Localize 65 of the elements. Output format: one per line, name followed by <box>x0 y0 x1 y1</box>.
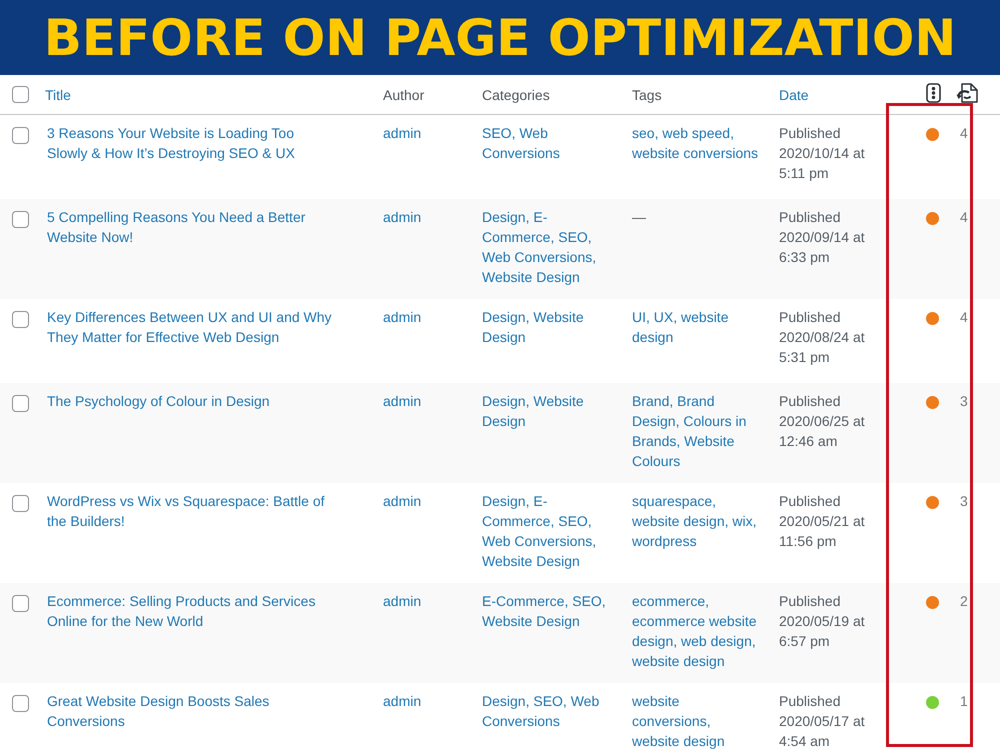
author-link[interactable]: admin <box>383 591 422 611</box>
date-text: 2020/05/19 at 6:57 pm <box>779 612 866 651</box>
row-checkbox[interactable] <box>12 595 29 612</box>
row-checkbox[interactable] <box>12 127 29 144</box>
banner-title: BEFORE ON PAGE OPTIMIZATION <box>44 12 956 62</box>
row-checkbox[interactable] <box>12 495 29 512</box>
date-text: 2020/10/14 at 5:11 pm <box>779 144 866 183</box>
row-checkbox[interactable] <box>12 695 29 712</box>
status-text: Published <box>779 308 840 327</box>
category-links[interactable]: SEO, Web Conversions <box>482 123 610 163</box>
post-title-link[interactable]: WordPress vs Wix vs Squarespace: Battle of the Builders! <box>47 491 337 531</box>
category-links[interactable]: Design, E-Commerce, SEO, Web Conversions, Website Design <box>482 207 610 287</box>
count-text: 3 <box>960 393 968 409</box>
column-header[interactable]: Date <box>779 86 809 102</box>
status-text: Published <box>779 492 840 511</box>
post-title-link[interactable]: Key Differences Between UX and UI and Why They Matter for Effective Web Design <box>47 307 337 347</box>
row-checkbox[interactable] <box>12 311 29 328</box>
author-link[interactable]: admin <box>383 691 422 711</box>
status-text: Published <box>779 124 840 143</box>
status-text: Published <box>779 592 840 611</box>
post-title-link[interactable]: 5 Compelling Reasons You Need a Better Website Now! <box>47 207 337 247</box>
document-arrow-icon <box>956 82 978 102</box>
count-text: 4 <box>960 309 968 325</box>
tag-links[interactable]: seo, web speed, website conversions <box>632 123 760 163</box>
count-text: 3 <box>960 493 968 509</box>
category-links[interactable]: Design, E-Commerce, SEO, Web Conversions, Website Design <box>482 491 610 571</box>
date-text: 2020/08/24 at 5:31 pm <box>779 328 866 367</box>
count-text: 1 <box>960 693 968 709</box>
count-text: 4 <box>960 125 968 141</box>
post-title-link[interactable]: Ecommerce: Selling Products and Services Online for the New World <box>47 591 337 631</box>
tag-links[interactable]: squarespace, website design, wix, wordpress <box>632 491 760 551</box>
status-text: Published <box>779 208 840 227</box>
date-text: 2020/05/17 at 4:54 am <box>779 712 866 750</box>
author-link[interactable]: admin <box>383 391 422 411</box>
author-link[interactable]: admin <box>383 491 422 511</box>
category-links[interactable]: E-Commerce, SEO, Website Design <box>482 591 610 631</box>
row-checkbox[interactable] <box>12 395 29 412</box>
count-text: 4 <box>960 209 968 225</box>
author-link[interactable]: admin <box>383 307 422 327</box>
column-header[interactable]: Title <box>45 86 71 102</box>
tag-links[interactable]: UI, UX, website design <box>632 307 760 347</box>
author-link[interactable]: admin <box>383 123 422 143</box>
post-title-link[interactable]: The Psychology of Colour in Design <box>47 391 337 411</box>
date-text: 2020/09/14 at 6:33 pm <box>779 228 866 267</box>
category-links[interactable]: Design, Website Design <box>482 307 610 347</box>
column-header: Categories <box>482 86 550 102</box>
select-all-checkbox[interactable] <box>12 86 29 103</box>
column-header: Author <box>383 86 424 102</box>
no-tags-dash: — <box>632 208 646 227</box>
row-checkbox[interactable] <box>12 211 29 228</box>
traffic-light-icon <box>926 82 941 102</box>
date-text: 2020/06/25 at 12:46 am <box>779 412 866 451</box>
count-text: 2 <box>960 593 968 609</box>
tag-links[interactable]: Brand, Brand Design, Colours in Brands, Website Colours <box>632 391 760 471</box>
author-link[interactable]: admin <box>383 207 422 227</box>
tag-links[interactable]: ecommerce, ecommerce website design, web design, website design <box>632 591 760 671</box>
post-title-link[interactable]: Great Website Design Boosts Sales Conversions <box>47 691 337 731</box>
status-text: Published <box>779 692 840 711</box>
column-header: Tags <box>632 86 662 102</box>
tag-links[interactable]: website conversions, website design <box>632 691 760 750</box>
category-links[interactable]: Design, Website Design <box>482 391 610 431</box>
date-text: 2020/05/21 at 11:56 pm <box>779 512 866 551</box>
status-text: Published <box>779 392 840 411</box>
post-title-link[interactable]: 3 Reasons Your Website is Loading Too Slowly & How It’s Destroying SEO & UX <box>47 123 337 163</box>
category-links[interactable]: Design, SEO, Web Conversions <box>482 691 610 731</box>
